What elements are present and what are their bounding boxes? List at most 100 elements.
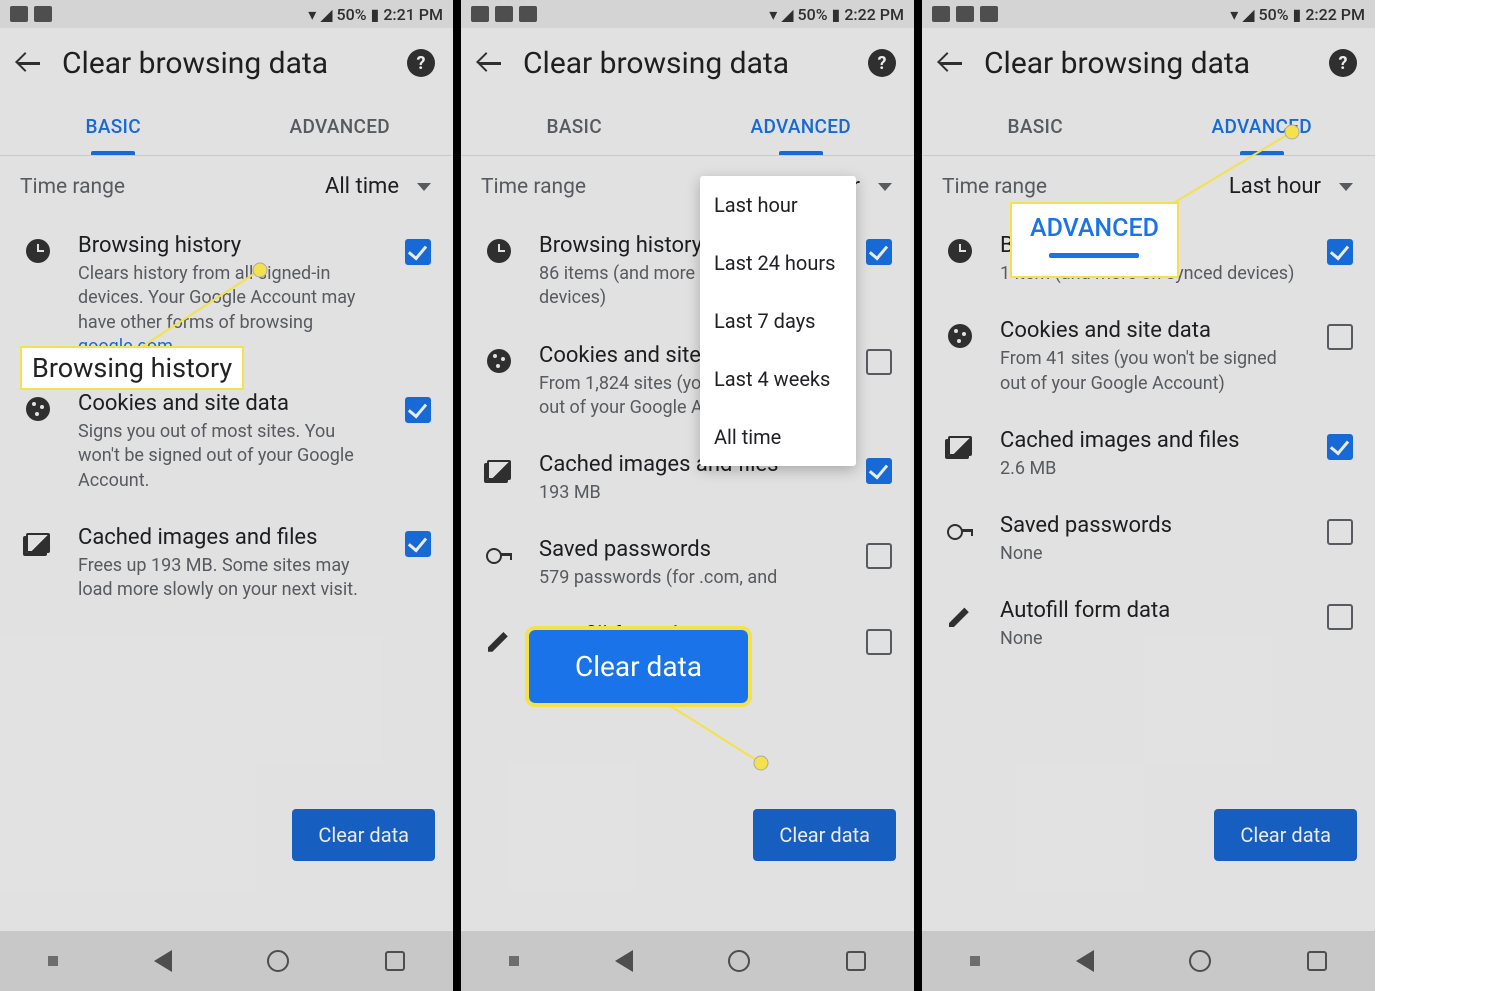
- notif-icon: [471, 6, 489, 22]
- time-range-option[interactable]: Last 7 days: [700, 292, 856, 350]
- setting-title: Saved passwords: [1000, 513, 1301, 538]
- setting-row-key[interactable]: Saved passwordsNone: [922, 497, 1375, 582]
- key-icon: [485, 541, 513, 569]
- setting-title: Browsing history: [78, 233, 379, 258]
- setting-checkbox[interactable]: [1327, 604, 1353, 630]
- help-icon[interactable]: ?: [868, 49, 896, 77]
- page-title: Clear browsing data: [62, 46, 387, 81]
- tab-advanced[interactable]: ADVANCED: [1149, 98, 1376, 155]
- callout-advanced-tab: ADVANCED: [1012, 204, 1177, 276]
- nav-recents-icon[interactable]: [846, 951, 866, 971]
- page-title: Clear browsing data: [984, 46, 1309, 81]
- key-icon: [946, 517, 974, 545]
- tab-advanced[interactable]: ADVANCED: [227, 98, 454, 155]
- callout-browsing-history: Browsing history: [22, 348, 242, 388]
- wifi-icon: ▾: [308, 5, 316, 24]
- nav-home-icon[interactable]: [267, 950, 289, 972]
- setting-checkbox[interactable]: [1327, 519, 1353, 545]
- setting-title: Cookies and site data: [1000, 318, 1301, 343]
- time-range-option[interactable]: Last hour: [700, 176, 856, 234]
- setting-checkbox[interactable]: [866, 543, 892, 569]
- chevron-down-icon: [1339, 183, 1353, 191]
- time-range-dropdown[interactable]: Last hour: [1229, 174, 1353, 199]
- content-body: Time range All time Browsing history Clea…: [0, 156, 453, 931]
- notif-icon: [956, 6, 974, 22]
- setting-subtitle: Frees up 193 MB. Some sites may load mor…: [78, 554, 379, 603]
- setting-row-cookie[interactable]: Cookies and site dataFrom 41 sites (you …: [922, 302, 1375, 412]
- battery-percent: 50%: [798, 5, 828, 24]
- back-arrow-icon[interactable]: [940, 51, 964, 75]
- nav-assist-icon[interactable]: [970, 956, 980, 966]
- setting-subtitle: 2.6 MB: [1000, 457, 1301, 481]
- time-range-option[interactable]: Last 4 weeks: [700, 350, 856, 408]
- battery-icon: ▮: [371, 5, 380, 24]
- notif-icon: [980, 6, 998, 22]
- app-bar: Clear browsing data ?: [922, 28, 1375, 98]
- setting-checkbox[interactable]: [405, 531, 431, 557]
- back-arrow-icon[interactable]: [18, 51, 42, 75]
- setting-checkbox[interactable]: [1327, 324, 1353, 350]
- setting-subtitle: 193 MB: [539, 481, 840, 505]
- nav-back-icon[interactable]: [154, 950, 172, 972]
- setting-checkbox[interactable]: [866, 629, 892, 655]
- clear-data-button[interactable]: Clear data: [1214, 809, 1357, 861]
- setting-row-cookie[interactable]: Cookies and site dataSigns you out of mo…: [0, 375, 453, 509]
- setting-title: Cached images and files: [78, 525, 379, 550]
- status-bar: ▾ ◢ 50% ▮ 2:22 PM: [461, 0, 914, 28]
- nav-recents-icon[interactable]: [385, 951, 405, 971]
- setting-checkbox[interactable]: [1327, 434, 1353, 460]
- setting-title: Autofill form data: [1000, 598, 1301, 623]
- setting-checkbox[interactable]: [866, 349, 892, 375]
- battery-percent: 50%: [337, 5, 367, 24]
- nav-home-icon[interactable]: [728, 950, 750, 972]
- clear-data-button[interactable]: Clear data: [753, 809, 896, 861]
- notif-icon: [519, 6, 537, 22]
- nav-back-icon[interactable]: [615, 950, 633, 972]
- notif-icon: [34, 6, 52, 22]
- setting-row-image[interactable]: Cached images and files2.6 MB: [922, 412, 1375, 497]
- setting-row-key[interactable]: Saved passwords 579 passwords (for .com, …: [461, 521, 914, 606]
- tab-bar: BASIC ADVANCED: [0, 98, 453, 156]
- time-range-value: Last hour: [1229, 174, 1321, 199]
- tab-bar: BASIC ADVANCED: [461, 98, 914, 156]
- help-icon[interactable]: ?: [407, 49, 435, 77]
- status-bar: ▾ ◢ 50% ▮ 2:22 PM: [922, 0, 1375, 28]
- cookie-icon: [24, 395, 52, 423]
- tab-basic[interactable]: BASIC: [922, 98, 1149, 155]
- setting-checkbox[interactable]: [866, 239, 892, 265]
- help-icon[interactable]: ?: [1329, 49, 1357, 77]
- nav-back-icon[interactable]: [1076, 950, 1094, 972]
- setting-title: Cookies and site data: [78, 391, 379, 416]
- setting-row-image[interactable]: Cached images and files Frees up 193 MB. …: [0, 509, 453, 619]
- back-arrow-icon[interactable]: [479, 51, 503, 75]
- time-range-label: Time range: [20, 175, 125, 199]
- notif-icon: [932, 6, 950, 22]
- setting-checkbox[interactable]: [405, 239, 431, 265]
- nav-assist-icon[interactable]: [48, 956, 58, 966]
- nav-assist-icon[interactable]: [509, 956, 519, 966]
- clear-data-button[interactable]: Clear data: [292, 809, 435, 861]
- clock-icon: [485, 237, 513, 265]
- tab-basic[interactable]: BASIC: [0, 98, 227, 155]
- time-range-dropdown[interactable]: All time: [325, 174, 431, 199]
- signal-icon: ◢: [320, 5, 332, 24]
- nav-home-icon[interactable]: [1189, 950, 1211, 972]
- time-range-option[interactable]: All time: [700, 408, 856, 466]
- setting-checkbox[interactable]: [866, 458, 892, 484]
- android-nav-bar: [922, 931, 1375, 991]
- nav-recents-icon[interactable]: [1307, 951, 1327, 971]
- signal-icon: ◢: [781, 5, 793, 24]
- pen-icon: [946, 602, 974, 630]
- setting-checkbox[interactable]: [1327, 239, 1353, 265]
- time-range-option[interactable]: Last 24 hours: [700, 234, 856, 292]
- android-nav-bar: [461, 931, 914, 991]
- app-bar: Clear browsing data ?: [0, 28, 453, 98]
- setting-title: Saved passwords: [539, 537, 840, 562]
- phone-screen-2: ▾ ◢ 50% ▮ 2:22 PM Clear browsing data ? …: [461, 0, 914, 991]
- time-range-menu: Last hourLast 24 hoursLast 7 daysLast 4 …: [700, 176, 856, 466]
- tab-advanced[interactable]: ADVANCED: [688, 98, 915, 155]
- setting-subtitle: 579 passwords (for .com, and: [539, 566, 840, 590]
- tab-basic[interactable]: BASIC: [461, 98, 688, 155]
- setting-row-pen[interactable]: Autofill form dataNone: [922, 582, 1375, 667]
- setting-checkbox[interactable]: [405, 397, 431, 423]
